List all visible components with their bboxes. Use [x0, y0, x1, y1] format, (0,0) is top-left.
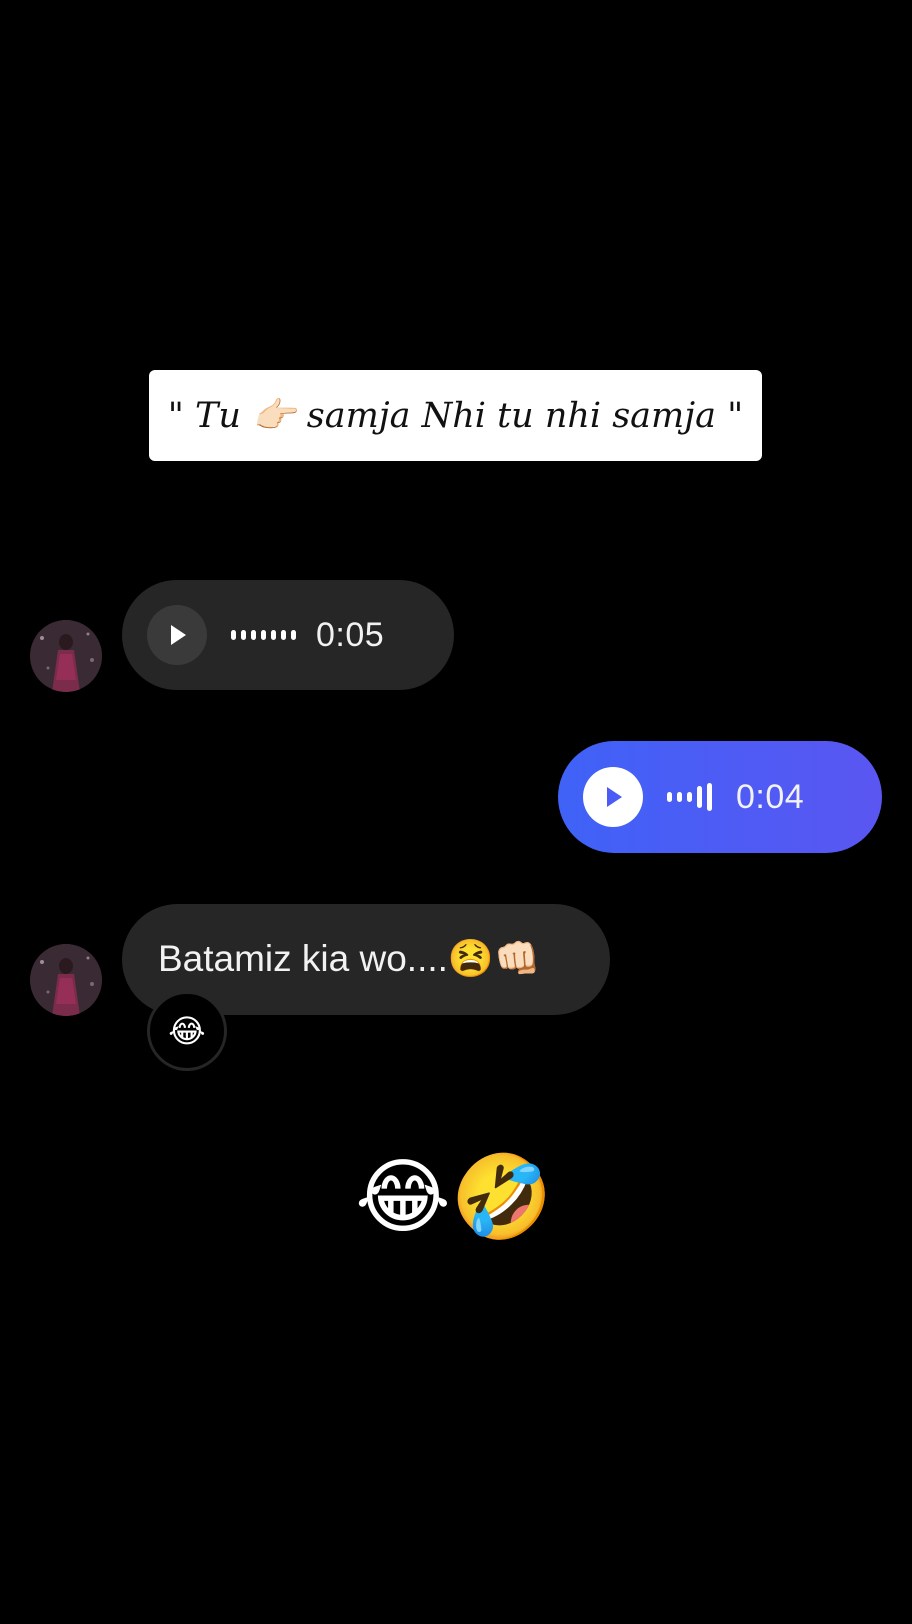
- voice-message-incoming[interactable]: 0:05: [122, 580, 454, 690]
- reaction-emoji: 😂: [168, 1012, 206, 1050]
- avatar[interactable]: [30, 620, 102, 692]
- play-button[interactable]: [583, 767, 643, 827]
- caption-text: " Tu 👉🏻 samja Nhi tu nhi samja ": [167, 396, 744, 436]
- voice-message-outgoing[interactable]: 0:04: [558, 741, 882, 853]
- avatar-photo: [30, 944, 102, 1016]
- waveform-icon: [667, 783, 712, 811]
- avatar[interactable]: [30, 944, 102, 1016]
- message-text: Batamiz kia wo....😫👊🏻: [158, 938, 541, 979]
- emoji-text: 😂🤣: [355, 1150, 553, 1245]
- play-button[interactable]: [147, 605, 207, 665]
- voice-duration: 0:05: [316, 615, 385, 654]
- play-icon: [607, 787, 622, 807]
- footer-emojis: 😂🤣: [355, 1148, 555, 1248]
- voice-duration: 0:04: [736, 777, 805, 816]
- avatar-photo: [30, 620, 102, 692]
- waveform-icon: [231, 630, 296, 640]
- reaction-badge[interactable]: 😂: [147, 991, 227, 1071]
- play-icon: [171, 625, 186, 645]
- caption-banner: " Tu 👉🏻 samja Nhi tu nhi samja ": [149, 370, 762, 461]
